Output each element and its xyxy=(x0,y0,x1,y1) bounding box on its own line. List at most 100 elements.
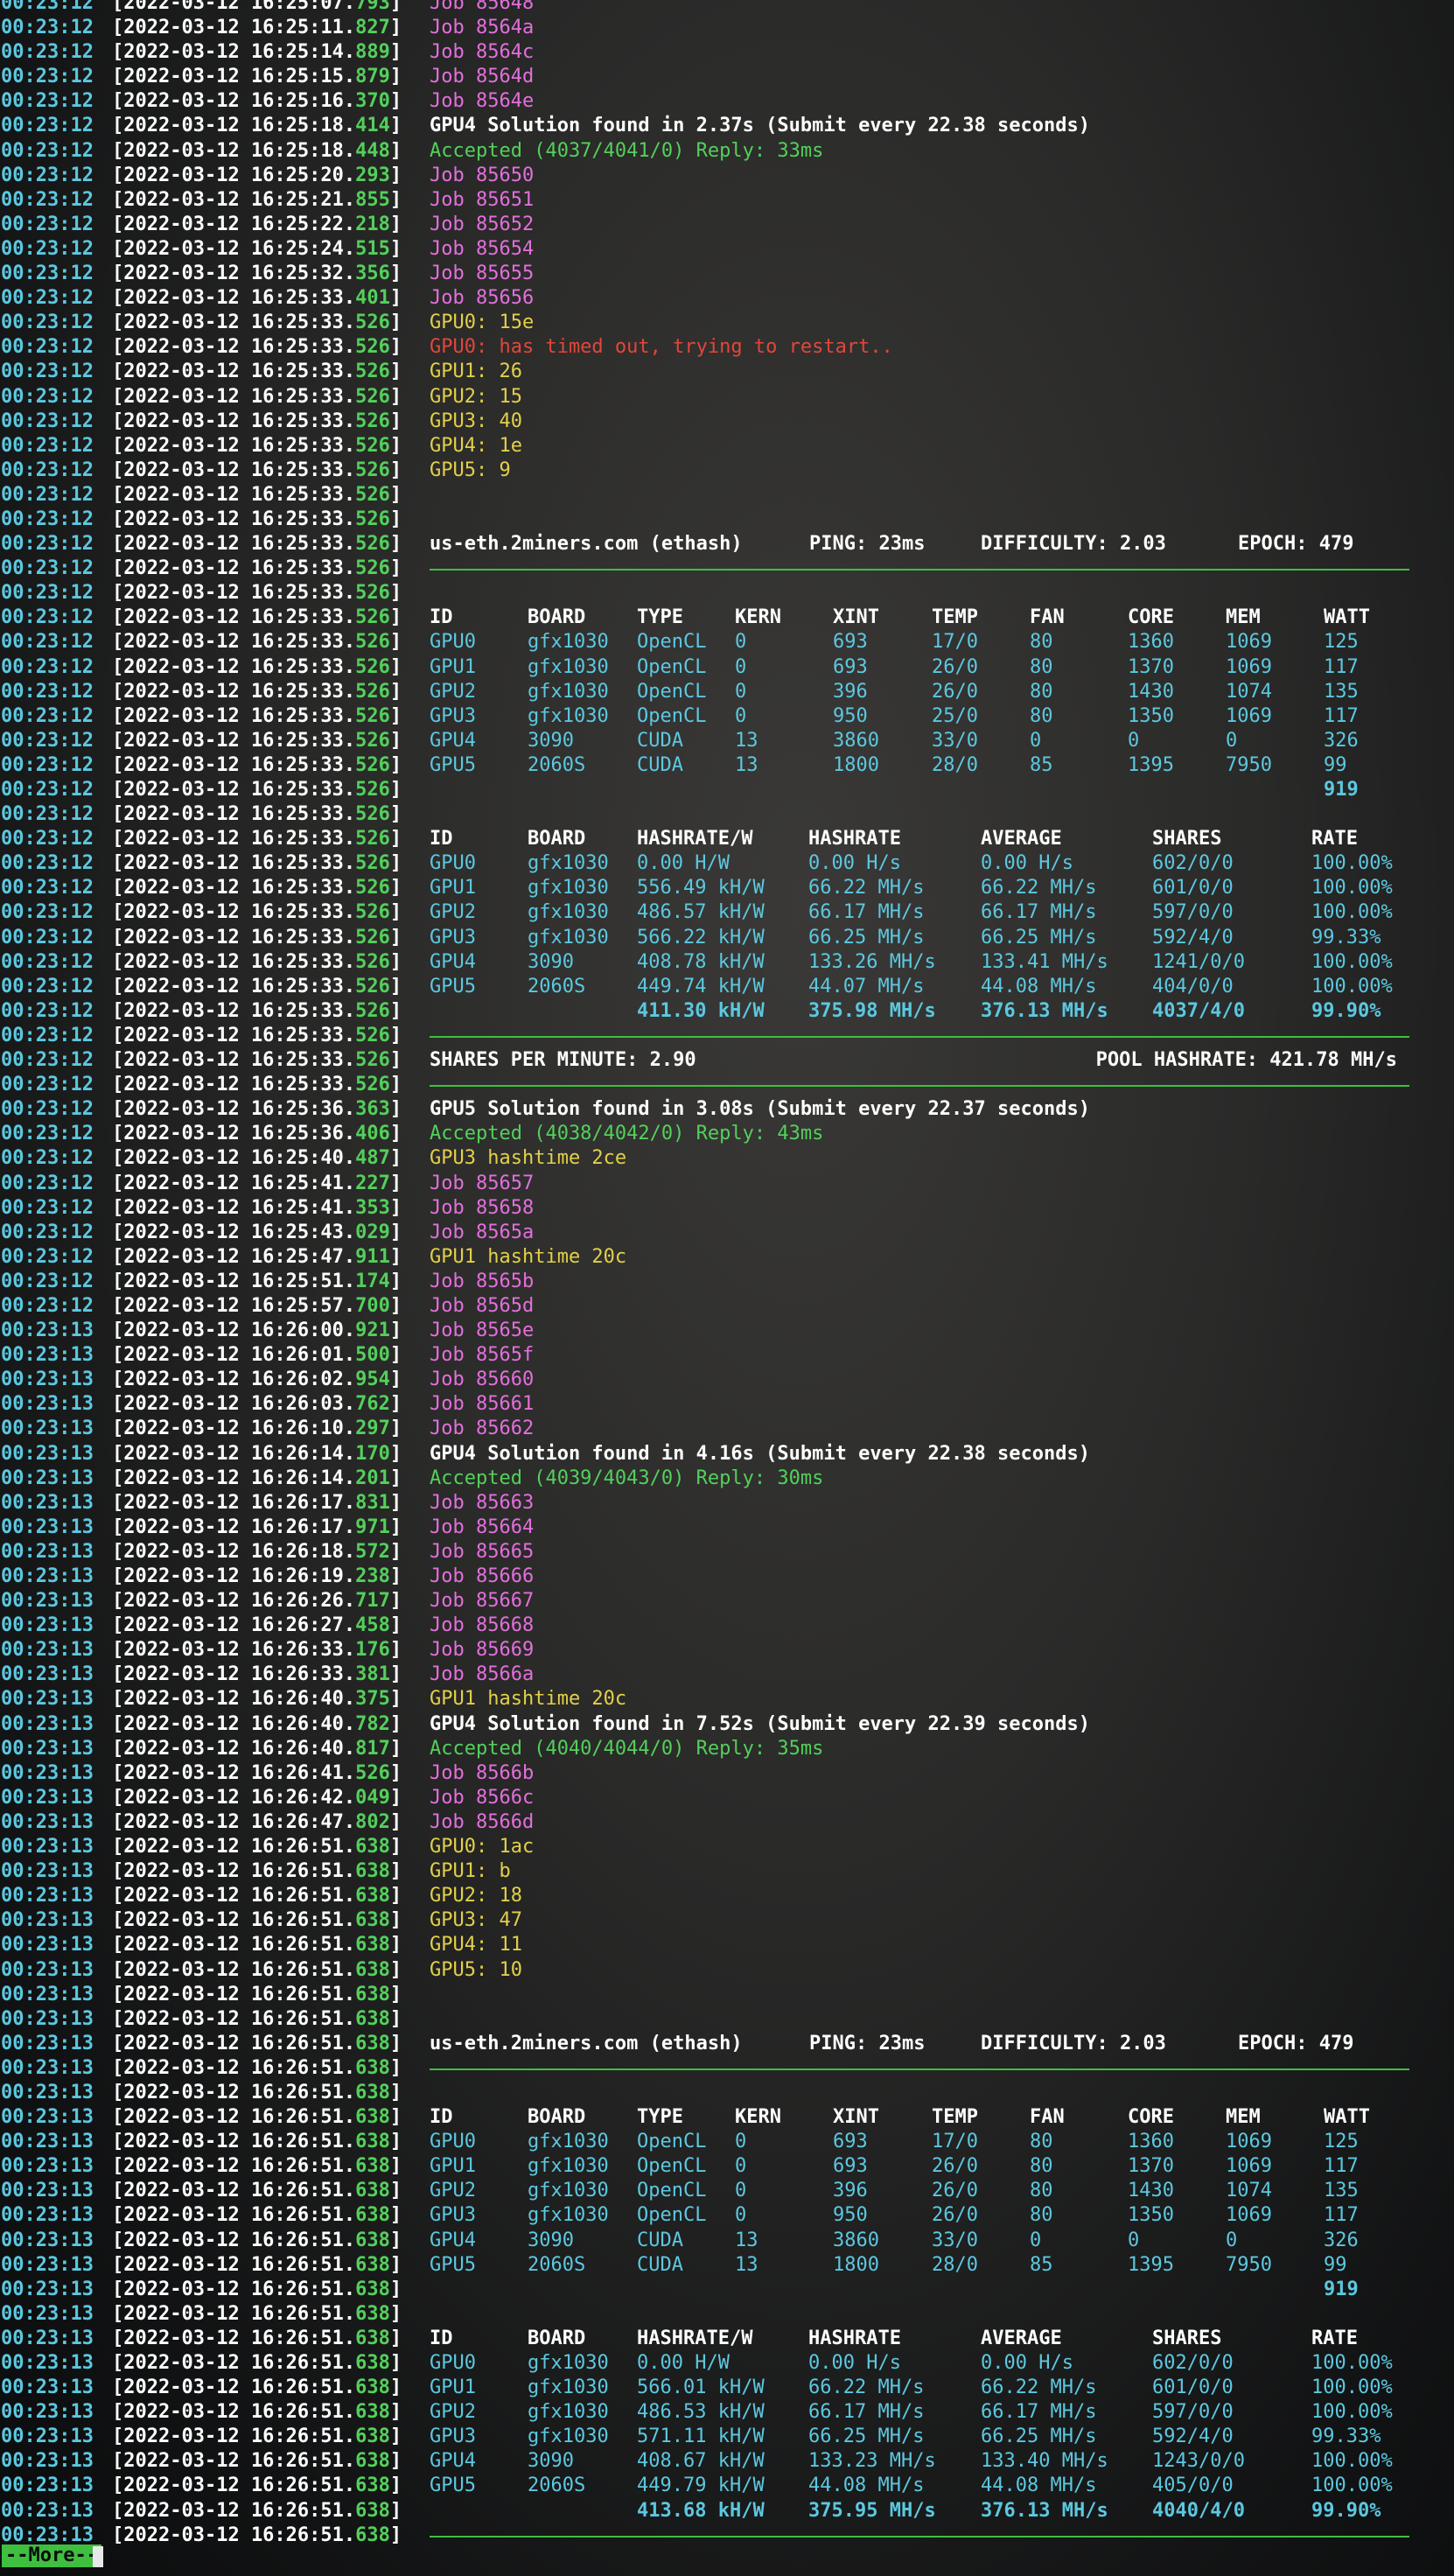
hw-table-row-cell: 1069 xyxy=(1226,704,1272,727)
hw-table-row-cell: 3090 xyxy=(528,2229,574,2251)
log-milliseconds: 406 xyxy=(355,1123,390,1145)
log-line: 00:23:12 [2022-03-12 16:25:24.515] Job 856… xyxy=(0,237,1454,262)
log-datetime-close: ] xyxy=(389,2327,402,2349)
log-message: Job 85648 xyxy=(430,0,535,14)
separator-rule xyxy=(430,2068,1409,2070)
hw-table-row-cell: OpenCL xyxy=(637,704,707,727)
hw-table-row-cell: 1430 xyxy=(1128,2180,1174,2202)
hw-table-row-cell: 0 xyxy=(735,2180,747,2202)
hashrate-table-row-cell: 601/0/0 xyxy=(1152,2376,1234,2399)
log-datetime-prefix: [2022-03-12 16:26:00. xyxy=(112,1320,356,1342)
pool-difficulty: DIFFICULTY: 2.03 xyxy=(981,533,1166,556)
log-datetime: [2022-03-12 16:26:51.638] xyxy=(112,2179,402,2203)
hashrate-table-header-cell: RATE xyxy=(1311,828,1358,850)
log-datetime-close: ] xyxy=(389,2278,402,2300)
hw-table-header-cell: WATT xyxy=(1324,606,1370,629)
hashrate-table-row-cell: 1243/0/0 xyxy=(1152,2450,1245,2473)
log-milliseconds: 297 xyxy=(355,1418,390,1440)
log-milliseconds: 638 xyxy=(355,2032,390,2054)
log-milliseconds: 526 xyxy=(355,312,390,334)
log-message: Job 8565f xyxy=(430,1344,535,1367)
log-line: 00:23:13 [2022-03-12 16:26:51.638] GPU3 gfx… xyxy=(0,2425,1454,2449)
log-line: 00:23:13 [2022-03-12 16:26:51.638] ID BOARD… xyxy=(0,2327,1454,2351)
log-line: 00:23:13 [2022-03-12 16:26:33.381] Job 856… xyxy=(0,1662,1454,1687)
log-timestamp: 00:23:13 xyxy=(1,1393,94,1416)
pool-ping: PING: 23ms xyxy=(809,533,926,556)
log-message: Job 8566a xyxy=(430,1663,535,1686)
log-line: 00:23:13 [2022-03-12 16:26:40.817] Accepte… xyxy=(0,1737,1454,1761)
hashrate-table-row-cell: GPU4 xyxy=(430,950,476,973)
log-datetime-prefix: [2022-03-12 16:25:33. xyxy=(112,1074,356,1096)
log-message: GPU5: 10 xyxy=(430,1958,522,1981)
log-milliseconds: 174 xyxy=(355,1270,390,1292)
hw-table-row-cell: 0 xyxy=(735,680,747,703)
hashrate-table-total-cell: 375.95 MH/s xyxy=(808,2499,936,2522)
pager-more-prompt[interactable]: --More-- xyxy=(2,2544,101,2567)
log-timestamp: 00:23:12 xyxy=(1,164,94,186)
log-timestamp: 00:23:12 xyxy=(1,999,94,1022)
hashrate-table-header-cell: AVERAGE xyxy=(981,2327,1062,2349)
hashrate-table-row-cell: 66.22 MH/s xyxy=(981,2376,1097,2399)
hashrate-table-row-cell: 0.00 H/s xyxy=(808,852,901,875)
log-datetime-close: ] xyxy=(389,631,402,654)
log-timestamp: 00:23:12 xyxy=(1,41,94,64)
hw-table-row-cell: 1800 xyxy=(833,753,879,776)
hw-table-row-cell: 80 xyxy=(1030,2131,1053,2153)
log-line: 00:23:13 [2022-03-12 16:26:26.717] Job 856… xyxy=(0,1589,1454,1614)
log-message: Job 8564a xyxy=(430,17,535,39)
log-line: 00:23:12 [2022-03-12 16:25:57.700] Job 856… xyxy=(0,1294,1454,1319)
log-datetime-prefix: [2022-03-12 16:26:17. xyxy=(112,1491,356,1514)
log-milliseconds: 638 xyxy=(355,2426,390,2448)
log-datetime-close: ] xyxy=(389,41,402,64)
log-datetime-prefix: [2022-03-12 16:25:16. xyxy=(112,90,356,113)
hashrate-table-row-cell: 405/0/0 xyxy=(1152,2474,1234,2497)
log-datetime: [2022-03-12 16:25:40.487] xyxy=(112,1146,402,1171)
log-line: 00:23:12 [2022-03-12 16:25:33.526] GPU4 309… xyxy=(0,950,1454,975)
log-datetime: [2022-03-12 16:26:51.638] xyxy=(112,2351,402,2376)
log-datetime-prefix: [2022-03-12 16:25:33. xyxy=(112,926,356,948)
hw-table-row-cell: 80 xyxy=(1030,2180,1053,2202)
hashrate-table-row-cell: 66.17 MH/s xyxy=(981,901,1097,924)
log-datetime: [2022-03-12 16:25:33.526] xyxy=(112,311,402,335)
log-datetime-prefix: [2022-03-12 16:26:27. xyxy=(112,1614,356,1637)
log-datetime-close: ] xyxy=(389,1934,402,1956)
log-line: 00:23:13 [2022-03-12 16:26:14.170] GPU4 So… xyxy=(0,1442,1454,1466)
log-datetime-close: ] xyxy=(389,1983,402,2006)
log-milliseconds: 238 xyxy=(355,1565,390,1587)
hashrate-table-total-cell: 4040/4/0 xyxy=(1152,2499,1245,2522)
log-line: 00:23:12 [2022-03-12 16:25:36.363] GPU5 So… xyxy=(0,1097,1454,1122)
log-datetime-prefix: [2022-03-12 16:25:40. xyxy=(112,1147,356,1170)
hashrate-table-row-cell: gfx1030 xyxy=(528,2401,609,2424)
log-milliseconds: 526 xyxy=(355,606,390,629)
log-datetime-close: ] xyxy=(389,901,402,924)
log-datetime-close: ] xyxy=(389,312,402,334)
log-datetime-prefix: [2022-03-12 16:26:51. xyxy=(112,2131,356,2153)
hw-table-row-cell: 26/0 xyxy=(932,2155,978,2178)
log-line: 00:23:13 [2022-03-12 16:26:10.297] Job 856… xyxy=(0,1417,1454,1441)
log-datetime-close: ] xyxy=(389,680,402,703)
log-timestamp: 00:23:12 xyxy=(1,17,94,39)
log-timestamp: 00:23:13 xyxy=(1,2278,94,2300)
hashrate-table-row-cell: GPU5 xyxy=(430,2474,476,2497)
hw-table-row-cell: 117 xyxy=(1324,704,1359,727)
hashrate-table-row-cell: GPU5 xyxy=(430,975,476,998)
log-datetime-prefix: [2022-03-12 16:25:47. xyxy=(112,1245,356,1268)
log-message: GPU4 Solution found in 2.37s (Submit eve… xyxy=(430,115,1090,137)
log-milliseconds: 638 xyxy=(355,2253,390,2276)
log-milliseconds: 855 xyxy=(355,188,390,211)
log-message: GPU2: 15 xyxy=(430,385,522,408)
log-milliseconds: 227 xyxy=(355,1172,390,1194)
hw-table-row-cell: GPU3 xyxy=(430,704,476,727)
log-timestamp: 00:23:13 xyxy=(1,1786,94,1809)
hw-table-row-cell: 396 xyxy=(833,680,868,703)
log-datetime-close: ] xyxy=(389,1418,402,1440)
log-datetime-close: ] xyxy=(389,877,402,900)
log-milliseconds: 782 xyxy=(355,1712,390,1735)
log-timestamp: 00:23:12 xyxy=(1,803,94,826)
log-datetime-prefix: [2022-03-12 16:26:51. xyxy=(112,2401,356,2424)
log-message: Accepted (4040/4044/0) Reply: 35ms xyxy=(430,1737,824,1760)
log-datetime-close: ] xyxy=(389,1836,402,1858)
log-datetime: [2022-03-12 16:25:47.911] xyxy=(112,1245,402,1270)
log-timestamp: 00:23:13 xyxy=(1,1885,94,1908)
log-datetime-prefix: [2022-03-12 16:26:47. xyxy=(112,1810,356,1833)
